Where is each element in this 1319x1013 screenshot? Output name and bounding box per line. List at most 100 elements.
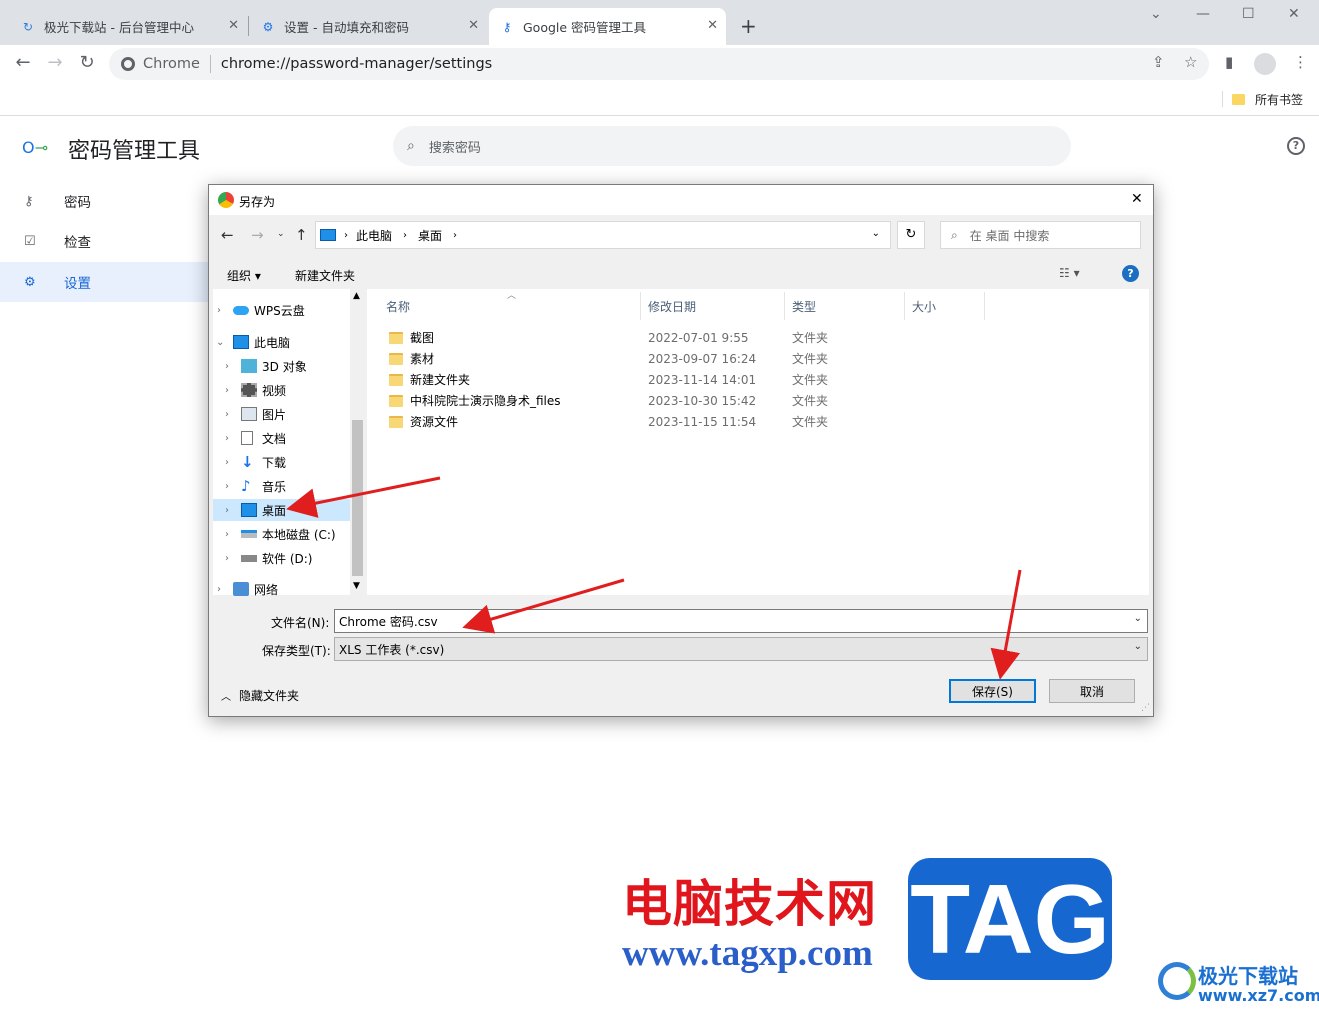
scroll-down-icon[interactable]: ▼ [353, 581, 360, 591]
chevron-down-icon[interactable]: ⌄ [1134, 641, 1142, 652]
tree-item-network[interactable]: › 网络 [213, 578, 350, 600]
chevron-right-icon[interactable]: › [225, 505, 229, 516]
filename-input[interactable]: Chrome 密码.csv ⌄ [334, 609, 1148, 633]
side-panel-icon[interactable]: ▮ [1225, 53, 1233, 71]
forward-button[interactable]: → [43, 52, 67, 73]
chevron-right-icon[interactable]: › [225, 481, 229, 492]
tree-item-documents[interactable]: › 文档 [213, 427, 350, 449]
close-icon[interactable]: ✕ [228, 18, 239, 33]
view-options-icon[interactable]: ☷ ▾ [1059, 266, 1080, 280]
cancel-button[interactable]: 取消 [1049, 679, 1135, 703]
password-search-input[interactable]: ⌕ 搜索密码 [393, 126, 1071, 166]
tree-item-videos[interactable]: › 视频 [213, 379, 350, 401]
forward-icon[interactable]: → [251, 226, 264, 244]
maximize-button[interactable]: ☐ [1242, 6, 1255, 22]
chevron-right-icon[interactable]: › [225, 385, 229, 396]
network-icon [233, 582, 249, 596]
close-icon[interactable]: ✕ [468, 18, 479, 33]
chrome-logo-icon [121, 57, 135, 71]
tab-settings[interactable]: ⚙ 设置 - 自动填充和密码 ✕ [250, 8, 487, 45]
filetype-select[interactable]: XLS 工作表 (*.csv) ⌄ [334, 637, 1148, 661]
file-row[interactable]: 截图 2022-07-01 9:55 文件夹 [367, 327, 1149, 348]
scrollbar-thumb[interactable] [352, 420, 363, 576]
chevron-right-icon[interactable]: › [217, 584, 221, 595]
file-date: 2023-11-15 11:54 [648, 414, 757, 429]
address-dropdown-icon[interactable]: ⌄ [872, 228, 880, 239]
up-icon[interactable]: ↑ [295, 226, 308, 244]
close-window-button[interactable]: ✕ [1288, 6, 1300, 22]
profile-avatar[interactable] [1254, 53, 1276, 75]
file-name-cell: 素材 [389, 350, 434, 367]
chevron-right-icon[interactable]: › [225, 409, 229, 420]
column-header-size[interactable]: 大小 [905, 292, 985, 320]
back-button[interactable]: ← [11, 52, 35, 73]
tab-password-manager[interactable]: ⚷ Google 密码管理工具 ✕ [489, 8, 726, 45]
address-bar[interactable]: › 此电脑 › 桌面 › ⌄ [315, 221, 891, 249]
file-row[interactable]: 素材 2023-09-07 16:24 文件夹 [367, 348, 1149, 369]
chevron-right-icon[interactable]: › [225, 433, 229, 444]
minimize-button[interactable]: — [1196, 6, 1210, 22]
refresh-button[interactable]: ↻ [897, 221, 925, 249]
tree-item-music[interactable]: › ♪ 音乐 [213, 475, 350, 497]
chevron-right-icon[interactable]: › [225, 361, 229, 372]
folder-search-input[interactable]: ⌕ 在 桌面 中搜索 [940, 221, 1141, 249]
help-icon[interactable]: ? [1287, 137, 1305, 155]
tree-item-wps-cloud[interactable]: › WPS云盘 [213, 299, 350, 321]
tree-label: 软件 (D:) [262, 551, 313, 566]
tab-search-icon[interactable]: ⌄ [1150, 6, 1162, 22]
resize-grip-icon[interactable]: ⋰ [1141, 703, 1150, 713]
dialog-close-button[interactable]: ✕ [1131, 191, 1143, 207]
chevron-down-icon[interactable]: ⌄ [1134, 613, 1142, 624]
all-bookmarks-button[interactable]: 所有书签 [1232, 91, 1303, 108]
tree-item-downloads[interactable]: › ↓ 下载 [213, 451, 350, 473]
tree-item-desktop[interactable]: › 桌面 [213, 499, 350, 521]
chevron-right-icon[interactable]: › [225, 457, 229, 468]
tree-item-this-pc[interactable]: ⌄ 此电脑 [213, 331, 350, 353]
file-list[interactable]: 名称 ︿ 修改日期 类型 大小 截图 2022-07-01 9:55 文件夹 素… [367, 289, 1149, 595]
bookmark-star-icon[interactable]: ☆ [1184, 53, 1197, 71]
chevron-down-icon[interactable]: ⌄ [216, 337, 224, 348]
hide-folders-toggle[interactable]: ︿ 隐藏文件夹 [221, 687, 299, 704]
breadcrumb-this-pc[interactable]: 此电脑 [356, 227, 392, 244]
recent-locations-icon[interactable]: ⌄ [277, 229, 285, 239]
organize-button[interactable]: 组织 ▾ [227, 267, 261, 284]
save-button[interactable]: 保存(S) [949, 679, 1036, 703]
column-header-date[interactable]: 修改日期 [641, 292, 785, 320]
scroll-up-icon[interactable]: ▲ [353, 291, 360, 301]
file-row[interactable]: 新建文件夹 2023-11-14 14:01 文件夹 [367, 369, 1149, 390]
tree-item-pictures[interactable]: › 图片 [213, 403, 350, 425]
file-row[interactable]: 中科院院士演示隐身术_files 2023-10-30 15:42 文件夹 [367, 390, 1149, 411]
breadcrumb-desktop[interactable]: 桌面 [418, 227, 442, 244]
navigation-tree[interactable]: › WPS云盘 ⌄ 此电脑 › 3D 对象 › 视频 › 图片 › 文档 › ↓… [213, 289, 350, 597]
nav-settings[interactable]: ⚙ 设置 [0, 262, 210, 302]
omnibox[interactable]: Chrome chrome://password-manager/setting… [109, 48, 1209, 80]
column-header-type[interactable]: 类型 [785, 292, 905, 320]
file-type: 文件夹 [792, 394, 829, 408]
search-placeholder: 在 桌面 中搜索 [969, 228, 1050, 243]
search-icon: ⌕ [407, 138, 415, 154]
nav-checkup[interactable]: ☑ 检查 [0, 221, 210, 261]
watermark-cn-text: 电脑技术网 [622, 874, 877, 933]
back-icon[interactable]: ← [221, 226, 234, 244]
file-row[interactable]: 资源文件 2023-11-15 11:54 文件夹 [367, 411, 1149, 432]
close-icon[interactable]: ✕ [707, 18, 718, 33]
column-header-name[interactable]: 名称 ︿ [367, 291, 641, 320]
nav-passwords[interactable]: ⚷ 密码 [0, 181, 210, 221]
tab-title: 设置 - 自动填充和密码 [284, 20, 409, 35]
tab-jiguang[interactable]: ↻ 极光下载站 - 后台管理中心 ✕ [10, 8, 247, 45]
tree-scrollbar[interactable]: ▲ ▼ [350, 289, 365, 595]
search-icon: ⌕ [951, 227, 958, 242]
tree-item-drive-d[interactable]: › 软件 (D:) [213, 547, 350, 569]
chevron-right-icon[interactable]: › [225, 553, 229, 564]
reload-button[interactable]: ↻ [75, 52, 99, 73]
new-folder-button[interactable]: 新建文件夹 [295, 267, 355, 284]
tree-item-3d-objects[interactable]: › 3D 对象 [213, 355, 350, 377]
new-tab-button[interactable]: + [740, 14, 757, 38]
breadcrumb-separator: › [453, 229, 458, 241]
chevron-right-icon[interactable]: › [225, 529, 229, 540]
share-icon[interactable]: ⇪ [1152, 53, 1165, 71]
tree-item-drive-c[interactable]: › 本地磁盘 (C:) [213, 523, 350, 545]
help-icon[interactable]: ? [1122, 265, 1139, 282]
menu-icon[interactable]: ⋮ [1293, 53, 1308, 71]
chevron-right-icon[interactable]: › [217, 305, 221, 316]
